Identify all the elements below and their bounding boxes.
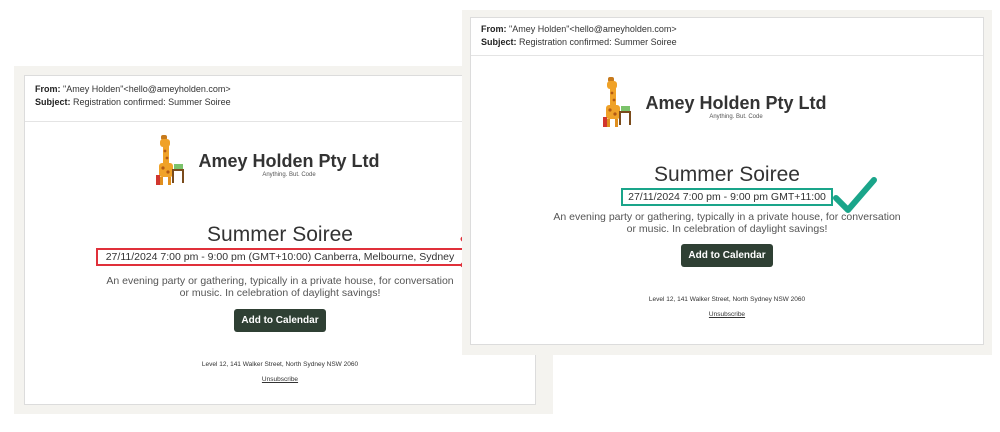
from-value: "Amey Holden"<hello@ameyholden.com> bbox=[509, 24, 677, 34]
email-header: From: "Amey Holden"<hello@ameyholden.com… bbox=[471, 18, 983, 56]
add-to-calendar-button[interactable]: Add to Calendar bbox=[681, 244, 773, 267]
subject-value: Registration confirmed: Summer Soiree bbox=[519, 37, 677, 47]
brand-name: Amey Holden Pty Ltd bbox=[645, 92, 827, 113]
footer-address: Level 12, 141 Walker Street, North Sydne… bbox=[201, 361, 359, 368]
event-title: Summer Soiree bbox=[654, 163, 800, 186]
event-datetime: 27/11/2024 7:00 pm - 9:00 pm GMT+11:00 bbox=[621, 188, 833, 206]
right-email: From: "Amey Holden"<hello@ameyholden.com… bbox=[470, 17, 984, 345]
event-datetime-wrap: 27/11/2024 7:00 pm - 9:00 pm GMT+11:00 bbox=[471, 187, 983, 206]
event-datetime: 27/11/2024 7:00 pm - 9:00 pm (GMT+10:00)… bbox=[95, 248, 465, 266]
unsubscribe-link[interactable]: Unsubscribe bbox=[709, 311, 745, 318]
event-description: An evening party or gathering, typically… bbox=[106, 275, 454, 299]
from-line: From: "Amey Holden"<hello@ameyholden.com… bbox=[481, 24, 677, 34]
brand-name: Amey Holden Pty Ltd bbox=[198, 150, 380, 171]
brand-logo: Amey Holden Pty Ltd Anything. But. Code bbox=[441, 76, 983, 136]
cta-wrap: Add to Calendar bbox=[471, 244, 983, 267]
brand-block: Amey Holden Pty Ltd Anything. But. Code bbox=[645, 93, 826, 120]
from-value: "Amey Holden"<hello@ameyholden.com> bbox=[63, 84, 231, 94]
tagline: Anything. But. Code bbox=[709, 113, 763, 120]
tagline: Anything. But. Code bbox=[262, 171, 316, 178]
cta-wrap: Add to Calendar bbox=[25, 309, 535, 332]
brand-logo: Amey Holden Pty Ltd Anything. But. Code bbox=[0, 134, 535, 194]
subject-value: Registration confirmed: Summer Soiree bbox=[73, 97, 231, 107]
giraffe-logo-icon bbox=[150, 133, 192, 196]
unsubscribe-link[interactable]: Unsubscribe bbox=[262, 376, 298, 383]
email-body: Amey Holden Pty Ltd Anything. But. Code … bbox=[471, 76, 983, 321]
giraffe-logo-icon bbox=[597, 75, 639, 138]
brand-block: Amey Holden Pty Ltd Anything. But. Code bbox=[198, 151, 379, 178]
checkmark-icon bbox=[832, 176, 878, 221]
add-to-calendar-button[interactable]: Add to Calendar bbox=[234, 309, 326, 332]
subject-line: Subject: Registration confirmed: Summer … bbox=[481, 37, 677, 47]
footer-address: Level 12, 141 Walker Street, North Sydne… bbox=[648, 296, 806, 303]
